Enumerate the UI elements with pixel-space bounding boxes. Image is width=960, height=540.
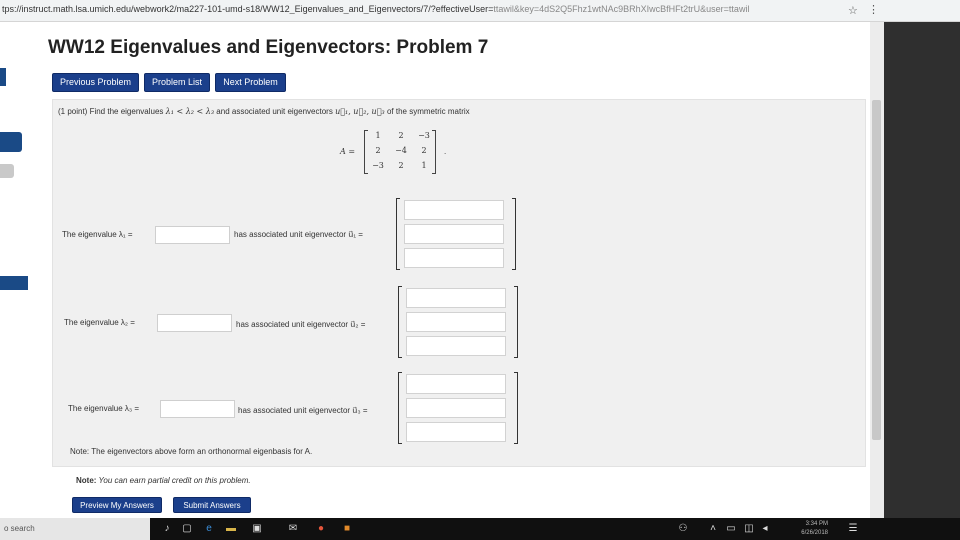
eigenvector-2-component-2[interactable] xyxy=(406,312,506,332)
eigenvalue-3-label: The eigenvalue λ₃ = xyxy=(68,404,140,413)
mail-icon[interactable]: ✉ xyxy=(286,522,300,536)
chrome-icon[interactable]: ● xyxy=(314,522,328,536)
eigenvalue-2-input[interactable] xyxy=(157,314,232,332)
chevron-up-icon[interactable]: ˄ xyxy=(706,522,720,536)
volume-icon[interactable]: ◂ xyxy=(758,522,772,536)
vector-right-bracket xyxy=(512,198,516,270)
eigenvector-1-component-3[interactable] xyxy=(404,248,504,268)
eigenvector-2-component-1[interactable] xyxy=(406,288,506,308)
vector-left-bracket xyxy=(398,372,402,444)
file-explorer-icon[interactable]: ▬ xyxy=(224,522,238,536)
page-title: WW12 Eigenvalues and Eigenvectors: Probl… xyxy=(48,37,489,58)
eigenvector-1-label: has associated unit eigenvector u⃗₁ = xyxy=(234,230,363,239)
screen-edge xyxy=(884,22,960,518)
eigenvector-3-component-2[interactable] xyxy=(406,398,506,418)
eigenvector-1-component-1[interactable] xyxy=(404,200,504,220)
eigenvector-2-label: has associated unit eigenvector u⃗₂ = xyxy=(236,320,366,329)
eigenvector-2-component-3[interactable] xyxy=(406,336,506,356)
kebab-menu-icon[interactable]: ⋮ xyxy=(868,3,879,16)
eigenvalue-1-input[interactable] xyxy=(155,226,230,244)
task-view-icon[interactable]: ▢ xyxy=(180,522,194,536)
edge-browser-icon[interactable]: e xyxy=(202,522,216,536)
matrix-cell: 2 xyxy=(398,131,404,140)
url-text[interactable]: tps://instruct.math.lsa.umich.edu/webwor… xyxy=(2,4,822,14)
vector-right-bracket xyxy=(514,372,518,444)
eigenvector-2-box xyxy=(398,286,518,358)
matrix-cell: 2 xyxy=(375,146,381,155)
submit-answers-button[interactable]: Submit Answers xyxy=(173,497,251,513)
orthonormal-note: Note: The eigenvectors above form an ort… xyxy=(70,447,313,456)
eigenvalue-1-label: The eigenvalue λ₁ = xyxy=(62,230,133,239)
sidebar-button[interactable] xyxy=(0,132,22,152)
matrix-label: A = xyxy=(340,147,356,156)
eigenvector-3-component-3[interactable] xyxy=(406,422,506,442)
preview-answers-button[interactable]: Preview My Answers xyxy=(72,497,162,513)
eigenvector-3-label: has associated unit eigenvector u⃗₃ = xyxy=(238,406,368,415)
taskbar-clock[interactable]: 3:34 PM 6/26/2018 xyxy=(780,520,828,538)
people-icon[interactable]: ⚇ xyxy=(676,522,690,536)
taskbar-search[interactable]: o search xyxy=(0,518,150,540)
battery-icon[interactable]: ▭ xyxy=(724,522,738,536)
eigenvector-1-component-2[interactable] xyxy=(404,224,504,244)
windows-taskbar: o search ♪ ▢ e ▬ ▣ ✉ ● ■ ⚇ ˄ ▭ ◫ ◂ 3:34 … xyxy=(0,518,960,540)
sidebar-tab[interactable] xyxy=(0,68,6,86)
problem-prompt: (1 point) Find the eigenvalues λ₁ < λ₂ <… xyxy=(58,107,470,116)
app-icon[interactable]: ■ xyxy=(340,522,354,536)
eigenvector-3-component-1[interactable] xyxy=(406,374,506,394)
vector-right-bracket xyxy=(514,286,518,358)
eigenvalue-3-input[interactable] xyxy=(160,400,235,418)
browser-address-bar[interactable]: tps://instruct.math.lsa.umich.edu/webwor… xyxy=(0,0,960,22)
sidebar-button-secondary[interactable] xyxy=(0,164,14,178)
store-icon[interactable]: ▣ xyxy=(250,522,264,536)
sidebar-tab-lower[interactable] xyxy=(0,276,28,290)
partial-credit-note: Note: You can earn partial credit on thi… xyxy=(76,476,251,485)
vector-left-bracket xyxy=(396,198,400,270)
matrix-cell: 2 xyxy=(421,146,427,155)
network-icon[interactable]: ◫ xyxy=(742,522,756,536)
eigenvector-1-box xyxy=(396,198,516,270)
matrix-cell: −3 xyxy=(372,161,384,170)
microphone-icon[interactable]: ♪ xyxy=(160,522,174,536)
matrix-cell: −4 xyxy=(395,146,407,155)
matrix-cell: 2 xyxy=(398,161,404,170)
star-icon[interactable]: ☆ xyxy=(848,4,858,17)
matrix-cell: −3 xyxy=(418,131,430,140)
problem-list-button[interactable]: Problem List xyxy=(144,73,210,92)
eigenvalue-2-label: The eigenvalue λ₂ = xyxy=(64,318,135,327)
matrix-end: . xyxy=(444,147,447,156)
scrollbar-thumb[interactable] xyxy=(872,100,881,440)
eigenvector-3-box xyxy=(398,372,518,444)
next-problem-button[interactable]: Next Problem xyxy=(215,73,286,92)
vector-left-bracket xyxy=(398,286,402,358)
notifications-icon[interactable]: ☰ xyxy=(846,522,860,536)
matrix-cell: 1 xyxy=(421,161,427,170)
symmetric-matrix: 1 2 −3 2 −4 2 −3 2 1 xyxy=(364,130,436,174)
previous-problem-button[interactable]: Previous Problem xyxy=(52,73,139,92)
matrix-cell: 1 xyxy=(375,131,381,140)
